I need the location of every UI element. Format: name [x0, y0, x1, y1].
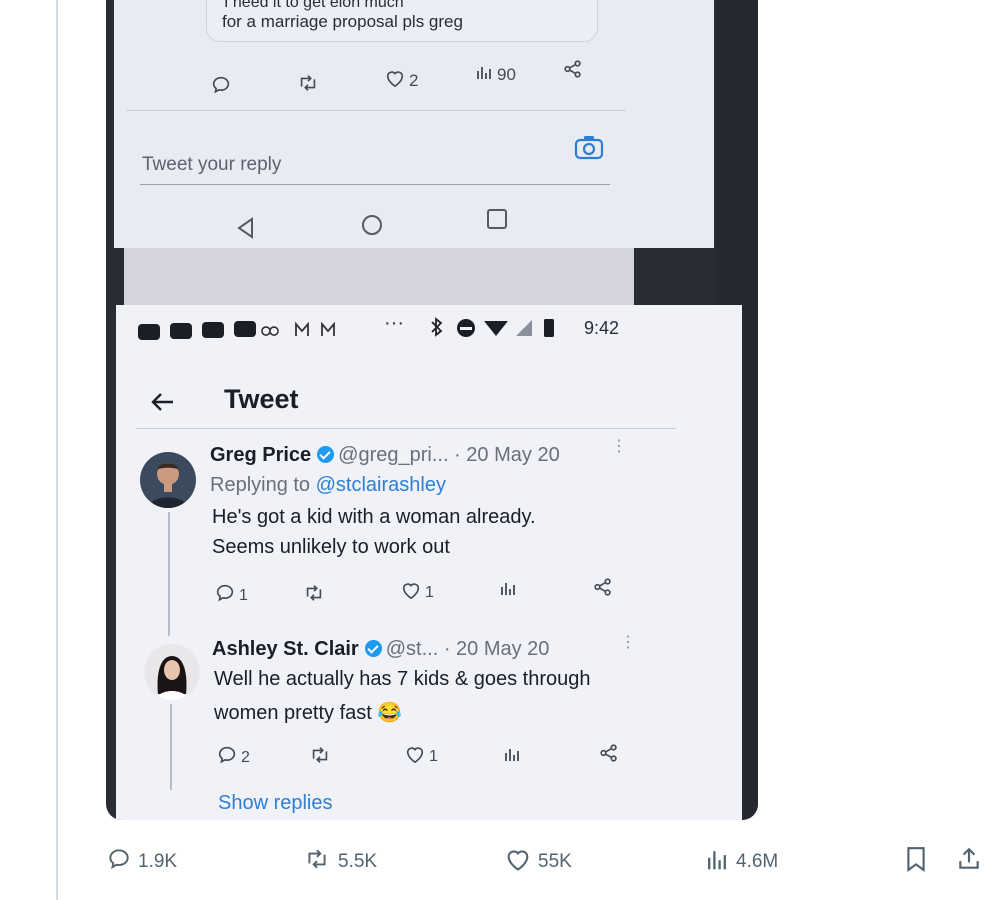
reply-icon	[216, 744, 238, 771]
tweet1-header: Greg Price @greg_pri... · 20 May 20	[210, 444, 560, 467]
status-bar-icons	[136, 318, 366, 342]
reply-count: 1	[239, 586, 248, 604]
reply-icon[interactable]	[210, 74, 232, 96]
page-title: Tweet	[224, 384, 299, 414]
quoted-text-line1: I need it to get elon much	[224, 0, 404, 11]
retweet-icon[interactable]	[296, 72, 320, 94]
retweet-count: 5.5K	[338, 851, 378, 872]
tweet2-header: Ashley St. Clair @st... · 20 May 20	[212, 638, 549, 661]
tweet1-views-icon[interactable]	[498, 578, 518, 598]
view-count: 90	[497, 64, 516, 84]
author-name[interactable]: Ashley St. Clair	[212, 638, 359, 660]
author-name[interactable]: Greg Price	[210, 444, 311, 466]
thread-line	[56, 0, 58, 900]
replying-to-label: Replying to	[210, 474, 316, 496]
verified-badge-icon	[364, 640, 382, 657]
tweet1-text-line2: Seems unlikely to work out	[212, 536, 450, 558]
show-replies-link[interactable]: Show replies	[218, 792, 333, 815]
reply-icon	[214, 582, 236, 609]
heart-icon	[384, 68, 406, 93]
like-button[interactable]: 2	[384, 68, 418, 93]
heart-icon	[504, 846, 532, 878]
tweet1-like-button[interactable]: 1	[400, 580, 434, 605]
tweet2-reply-button[interactable]: 2	[216, 744, 250, 771]
tweet1-share-icon[interactable]	[592, 576, 614, 598]
retweet-button[interactable]: 5.5K	[302, 846, 377, 878]
tweet1-retweet-icon[interactable]	[302, 582, 326, 604]
notification-icons	[138, 321, 335, 340]
nav-home-icon[interactable]	[360, 213, 384, 242]
reply-thread-line	[168, 512, 170, 636]
tweet2-views-icon[interactable]	[502, 744, 522, 764]
reply-button[interactable]: 1.9K	[106, 846, 177, 878]
author-handle[interactable]: @greg_pri...	[338, 444, 448, 466]
reply-input[interactable]: Tweet your reply	[142, 154, 281, 176]
nav-recents-icon[interactable]	[486, 208, 508, 235]
phone-screenshot: I need it to get elon much for a marriag…	[106, 0, 758, 820]
back-arrow-icon[interactable]	[150, 390, 176, 419]
status-time: 9:42	[584, 318, 620, 338]
author-handle[interactable]: @st...	[386, 638, 439, 660]
nav-back-icon[interactable]	[234, 216, 258, 245]
tweet-date[interactable]: · 20 May 20	[454, 444, 560, 466]
like-count: 1	[425, 583, 434, 601]
verified-badge-icon	[317, 446, 335, 463]
tweet2-text-line2-text: women pretty fast	[214, 702, 372, 724]
tweet2-retweet-icon[interactable]	[308, 744, 332, 766]
views-button[interactable]: 4.6M	[704, 846, 778, 878]
tweet2-text-line2: women pretty fast 😂	[214, 700, 402, 725]
more-icon: ···	[384, 312, 404, 334]
replying-to-handle[interactable]: @stclairashley	[316, 474, 446, 496]
avatar-ashley-st-clair[interactable]	[144, 644, 200, 700]
retweet-icon	[302, 846, 332, 878]
replying-to: Replying to @stclairashley	[210, 474, 446, 497]
reply-thread-line	[170, 704, 172, 790]
tweet1-reply-button[interactable]: 1	[214, 582, 248, 609]
camera-icon[interactable]	[574, 134, 604, 165]
bar-chart-icon	[474, 62, 494, 87]
keyboard-gap	[124, 248, 634, 310]
phone-screen-bottom	[116, 305, 742, 820]
avatar-greg-price[interactable]	[140, 452, 196, 508]
like-count: 1	[429, 747, 438, 765]
quoted-text-line2: for a marriage proposal pls greg	[222, 12, 463, 31]
laughing-emoji-icon: 😂	[377, 702, 403, 724]
bar-chart-icon	[704, 846, 730, 878]
reply-icon	[106, 846, 132, 878]
tweet-action-bar: 1.9K 5.5K 55K 4.6M	[0, 838, 1000, 882]
like-count: 2	[409, 70, 419, 90]
tweet2-like-button[interactable]: 1	[404, 744, 438, 769]
bookmark-icon[interactable]	[904, 846, 928, 872]
share-icon[interactable]	[956, 846, 982, 872]
tweet2-text-line1: Well he actually has 7 kids & goes throu…	[214, 668, 591, 690]
like-count: 55K	[538, 851, 572, 872]
like-button[interactable]: 55K	[504, 846, 572, 878]
tweet1-text-line1: He's got a kid with a woman already.	[212, 506, 536, 528]
attached-photo[interactable]: I need it to get elon much for a marriag…	[106, 0, 758, 820]
reply-underline	[140, 184, 610, 185]
divider	[126, 110, 626, 111]
tweet-date[interactable]: · 20 May 20	[444, 638, 550, 660]
reply-count: 2	[241, 748, 250, 766]
system-icons	[428, 316, 578, 345]
heart-icon	[404, 744, 426, 769]
more-options-icon[interactable]: ⋮	[611, 436, 627, 456]
views-button[interactable]: 90	[474, 62, 516, 87]
reply-count: 1.9K	[138, 851, 178, 872]
more-options-icon[interactable]: ⋮	[620, 632, 636, 652]
view-count: 4.6M	[736, 851, 779, 872]
header-divider	[136, 428, 676, 429]
tweet2-share-icon[interactable]	[598, 742, 620, 764]
share-icon[interactable]	[562, 58, 584, 80]
heart-icon	[400, 580, 422, 605]
